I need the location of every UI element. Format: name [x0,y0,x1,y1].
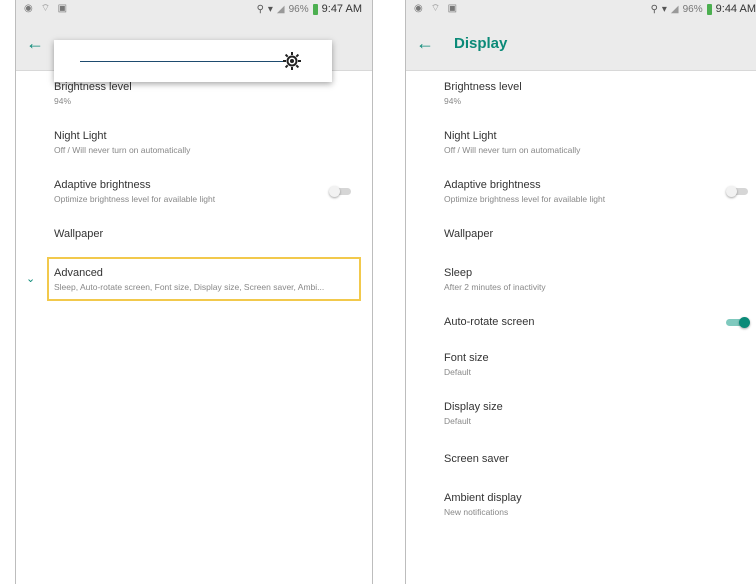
item-title: Font size [444,352,489,364]
battery-percent: 96% [288,3,309,15]
page-title: Display [454,35,508,52]
item-subtitle: Off / Will never turn on automatically [54,145,191,155]
notification-icons: ◉ ⌔ ▣ [24,3,72,14]
item-title: Adaptive brightness [444,179,541,191]
item-title: Screen saver [444,453,509,465]
chevron-down-icon[interactable]: ⌄ [26,272,35,285]
item-title: Wallpaper [444,228,494,240]
status-bar: ◉ ⌔ ▣ ⚲ ▾ ◢ 96% 9:47 AM [16,0,372,20]
item-subtitle: After 2 minutes of inactivity [444,282,546,292]
notification-signal-icon: ⌔ [40,3,51,14]
item-title: Brightness level [444,81,522,93]
back-arrow-icon[interactable]: ← [26,34,44,52]
right-phone-screen: ◉ ⌔ ▣ ⚲ ▾ ◢ 96% 9:44 AM ← Display Bright… [405,0,756,584]
item-subtitle: Off / Will never turn on automatically [444,145,581,155]
left-phone-screen: ◉ ⌔ ▣ ⚲ ▾ ◢ 96% 9:47 AM ← Brightness lev… [15,0,373,584]
adaptive-brightness-toggle[interactable] [726,186,748,197]
settings-list: Brightness level 94% Night Light Off / W… [406,72,756,518]
wallpaper-item[interactable]: Wallpaper [406,227,756,241]
item-subtitle: Default [444,416,471,426]
item-subtitle: 94% [54,96,72,106]
ambient-display-item[interactable]: Ambient display New notifications [406,491,756,518]
item-title: Auto-rotate screen [444,316,535,328]
item-title: Display size [444,401,503,413]
adaptive-brightness-item[interactable]: Adaptive brightness Optimize brightness … [406,178,756,205]
location-icon: ⚲ [256,3,264,15]
item-title: Ambient display [444,492,522,504]
app-bar: ← Display [406,20,756,71]
adaptive-brightness-item[interactable]: Adaptive brightness Optimize brightness … [16,178,372,205]
font-size-item[interactable]: Font size Default [406,351,756,378]
notification-circle-icon: ◉ [24,3,33,14]
item-title: Adaptive brightness [54,179,151,191]
item-title: Wallpaper [54,228,104,240]
battery-percent: 96% [682,3,703,15]
sleep-item[interactable]: Sleep After 2 minutes of inactivity [406,266,756,293]
display-size-item[interactable]: Display size Default [406,400,756,427]
advanced-highlight-box [47,257,361,301]
brightness-slider-popup [54,40,332,82]
signal-icon: ◢ [276,3,285,15]
brightness-level-item[interactable]: Brightness level 94% [406,80,756,107]
item-subtitle: Optimize brightness level for available … [444,194,606,204]
notification-circle-icon: ◉ [414,3,423,14]
brightness-thumb-icon[interactable] [282,51,302,71]
location-icon: ⚲ [650,3,658,15]
item-subtitle: Optimize brightness level for available … [54,194,216,204]
notification-icons: ◉ ⌔ ▣ [414,3,462,14]
brightness-level-item[interactable]: Brightness level 94% [16,80,372,107]
brightness-slider-track[interactable] [80,61,286,62]
status-time: 9:44 AM [715,3,756,15]
auto-rotate-toggle[interactable] [726,317,750,328]
screen-saver-item[interactable]: Screen saver [406,452,756,466]
back-arrow-icon[interactable]: ← [416,34,434,52]
photo-icon: ▣ [57,3,68,14]
item-subtitle: 94% [444,96,462,106]
notification-signal-icon: ⌔ [430,3,441,14]
night-light-item[interactable]: Night Light Off / Will never turn on aut… [406,129,756,156]
night-light-item[interactable]: Night Light Off / Will never turn on aut… [16,129,372,156]
status-bar: ◉ ⌔ ▣ ⚲ ▾ ◢ 96% 9:44 AM [406,0,756,20]
item-title: Sleep [444,267,473,279]
adaptive-brightness-toggle[interactable] [329,186,351,197]
auto-rotate-screen-item[interactable]: Auto-rotate screen [406,315,756,329]
item-title: Night Light [444,130,497,142]
battery-icon [312,3,318,15]
battery-icon [706,3,712,15]
item-subtitle: New notifications [444,507,509,517]
photo-icon: ▣ [447,3,458,14]
wallpaper-item[interactable]: Wallpaper [16,227,372,241]
item-title: Night Light [54,130,107,142]
wifi-icon: ▾ [267,3,273,15]
item-title: Brightness level [54,81,132,93]
wifi-icon: ▾ [661,3,667,15]
item-subtitle: Default [444,367,471,377]
status-time: 9:47 AM [321,3,362,15]
signal-icon: ◢ [670,3,679,15]
